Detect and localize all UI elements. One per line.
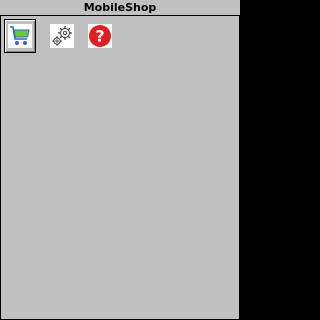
- settings-gears-icon: [50, 24, 74, 48]
- window-title: MobileShop: [83, 1, 157, 14]
- help-glyph: ?: [95, 27, 104, 46]
- title-bar: MobileShop: [0, 0, 240, 15]
- help-icon: ?: [88, 24, 112, 48]
- main-content-area: ?: [0, 15, 240, 320]
- settings-button[interactable]: [46, 19, 78, 53]
- shopping-cart-icon: [8, 24, 32, 48]
- cart-button[interactable]: [4, 19, 36, 53]
- help-button[interactable]: ?: [84, 19, 116, 53]
- toolbar: ?: [4, 19, 134, 53]
- app-window: MobileShop ?: [0, 0, 240, 320]
